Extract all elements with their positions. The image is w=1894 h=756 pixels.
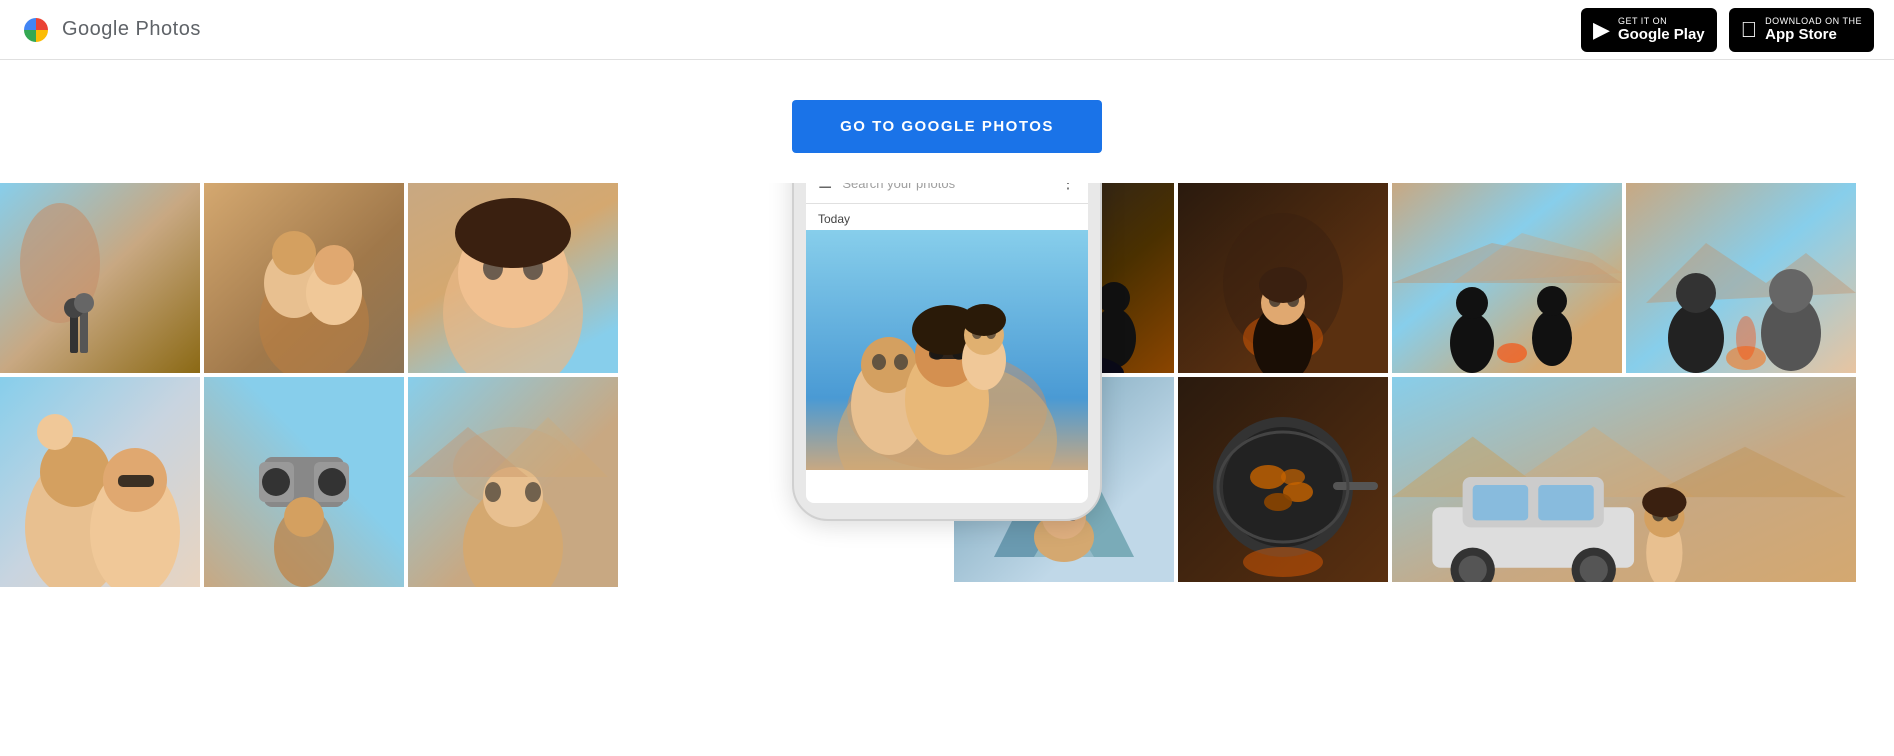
app-store-name: App Store (1765, 26, 1862, 44)
list-item (408, 183, 618, 373)
apple-icon:  (1741, 17, 1758, 43)
list-item (1626, 183, 1856, 373)
google-play-store-name: Google Play (1618, 26, 1705, 44)
list-item (1392, 377, 1856, 582)
google-play-icon: ▶ (1593, 17, 1610, 43)
app-name: Google Photos (62, 18, 201, 41)
list-item (1178, 183, 1388, 373)
logo-area: Google Photos (20, 14, 201, 46)
cta-container: GO TO GOOGLE PHOTOS (0, 60, 1894, 153)
collage-area: ☰ Search your photos ⋮ Today (0, 183, 1894, 683)
list-item (204, 183, 404, 373)
phone-today-label: Today (806, 204, 1088, 230)
hamburger-icon: ☰ (818, 183, 832, 193)
google-play-get-it-on: GET IT ON (1618, 16, 1705, 26)
main-content: GO TO GOOGLE PHOTOS (0, 60, 1894, 756)
list-item (0, 377, 200, 587)
header: Google Photos ▶ GET IT ON Google Play  … (0, 0, 1894, 60)
phone-screen: ☰ Search your photos ⋮ Today (806, 183, 1088, 503)
phone-mockup: ☰ Search your photos ⋮ Today (792, 183, 1102, 521)
app-store-download-on: Download on the (1765, 16, 1862, 26)
google-play-badge[interactable]: ▶ GET IT ON Google Play (1581, 8, 1717, 52)
app-store-badge[interactable]:  Download on the App Store (1729, 8, 1874, 52)
list-item (204, 377, 404, 587)
phone-search-bar: ☰ Search your photos ⋮ (806, 183, 1088, 204)
phone-main-photo (806, 230, 1088, 470)
phone-search-placeholder: Search your photos (842, 183, 1050, 191)
store-badges: ▶ GET IT ON Google Play  Download on th… (1581, 8, 1874, 52)
more-options-icon: ⋮ (1060, 183, 1076, 193)
list-item (0, 183, 200, 373)
go-to-google-photos-button[interactable]: GO TO GOOGLE PHOTOS (792, 100, 1102, 153)
phone-shell: ☰ Search your photos ⋮ Today (792, 183, 1102, 521)
google-photos-logo-icon (20, 14, 52, 46)
list-item (408, 377, 618, 587)
left-collage (0, 183, 615, 683)
list-item (1178, 377, 1388, 582)
list-item (1392, 183, 1622, 373)
